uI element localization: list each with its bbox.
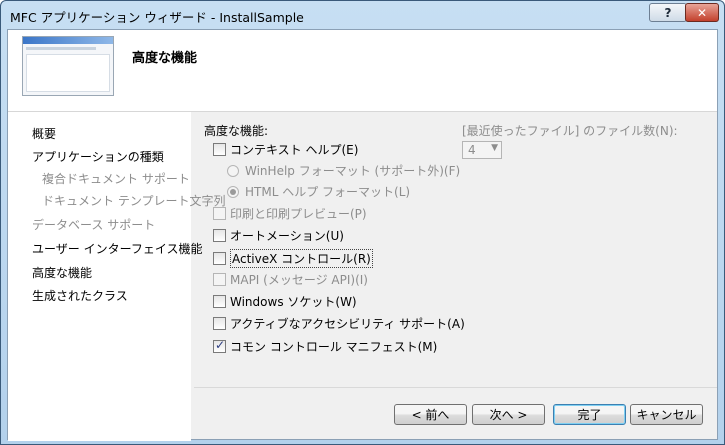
common-controls-checkbox[interactable]: ✓ コモン コントロール マニフェスト(M) [213,338,437,355]
nav-item-application-type[interactable]: アプリケーションの種類 [32,148,164,165]
finish-button[interactable]: 完了 [553,404,626,425]
window-title: MFC アプリケーション ウィザード - InstallSample [10,10,304,25]
nav-item-ui-features[interactable]: ユーザー インターフェイス機能 [32,240,203,257]
app-preview-image [22,36,114,96]
checkbox-box [213,317,226,330]
print-preview-checkbox: 印刷と印刷プレビュー(P) [213,205,367,222]
title-bar[interactable]: MFC アプリケーション ウィザード - InstallSample ? ✕ [1,1,724,29]
automation-checkbox[interactable]: オートメーション(U) [213,227,344,244]
nav-item-compound-document: 複合ドキュメント サポート [42,172,190,186]
mapi-checkbox: MAPI (メッセージ API)(I) [213,271,368,288]
chevron-down-icon: ▼ [491,143,498,153]
button-separator [194,387,717,388]
checkbox-box [213,229,226,242]
dialog-client: 高度な機能 概要 アプリケーションの種類 複合ドキュメント サポート ドキュメン… [7,29,718,441]
nav-item-generated-classes[interactable]: 生成されたクラス [32,287,128,304]
checkbox-box: ✓ [213,338,226,353]
checkbox-box [213,295,226,308]
checkbox-box [213,252,226,265]
print-preview-label: 印刷と印刷プレビュー(P) [230,207,367,221]
check-icon: ✓ [215,338,226,352]
wizard-nav: 概要 アプリケーションの種類 複合ドキュメント サポート ドキュメント テンプレ… [8,112,225,441]
back-button[interactable]: < 前へ [394,404,467,425]
winhelp-radio: WinHelp フォーマット (サポート外)(F) [227,162,460,179]
context-help-label: コンテキスト ヘルプ(E) [230,143,359,157]
wizard-header: 高度な機能 [8,30,717,112]
common-controls-label: コモン コントロール マニフェスト(M) [230,340,438,354]
cancel-button[interactable]: キャンセル [630,404,703,425]
group-label: 高度な機能: [204,124,269,138]
sockets-checkbox[interactable]: Windows ソケット(W) [213,293,357,310]
mru-count-value: 4 [468,143,476,157]
checkbox-box [213,273,226,286]
help-icon: ? [664,5,672,20]
radio-dot [230,188,236,195]
close-button[interactable]: ✕ [685,3,719,22]
accessibility-checkbox[interactable]: アクティブなアクセシビリティ サポート(A) [213,315,465,332]
checkbox-box [213,207,226,220]
checkbox-box [213,143,226,156]
radio-circle [227,164,239,177]
nav-item-advanced-features[interactable]: 高度な機能 [32,264,92,281]
mapi-label: MAPI (メッセージ API)(I) [230,273,368,287]
htmlhelp-radio: HTML ヘルプ フォーマット(L) [227,183,410,200]
activex-label: ActiveX コントロール(R) [230,249,373,268]
mru-count-select: 4 ▼ [462,141,502,159]
wizard-window: MFC アプリケーション ウィザード - InstallSample ? ✕ 高… [0,0,725,445]
sockets-label: Windows ソケット(W) [230,295,357,309]
close-icon: ✕ [696,5,708,20]
context-help-checkbox[interactable]: コンテキスト ヘルプ(E) [213,141,358,158]
next-button[interactable]: 次へ > [472,404,545,425]
page-title: 高度な機能 [132,51,198,66]
automation-label: オートメーション(U) [230,229,344,243]
activex-checkbox[interactable]: ActiveX コントロール(R) [213,249,373,268]
htmlhelp-label: HTML ヘルプ フォーマット(L) [245,185,411,199]
preview-body [26,54,110,92]
radio-circle [227,185,239,198]
nav-item-database-support: データベース サポート [32,218,156,232]
advanced-features-panel: 高度な機能: コンテキスト ヘルプ(E) WinHelp フォーマット (サポー… [194,112,717,387]
accessibility-label: アクティブなアクセシビリティ サポート(A) [230,317,465,331]
mru-count-label: [最近使ったファイル] のファイル数(N): [462,124,678,138]
nav-item-overview[interactable]: 概要 [32,125,56,142]
winhelp-label: WinHelp フォーマット (サポート外)(F) [245,164,461,178]
preview-titlebar [23,37,113,44]
help-button[interactable]: ? [649,3,687,22]
preview-menu [26,47,96,50]
